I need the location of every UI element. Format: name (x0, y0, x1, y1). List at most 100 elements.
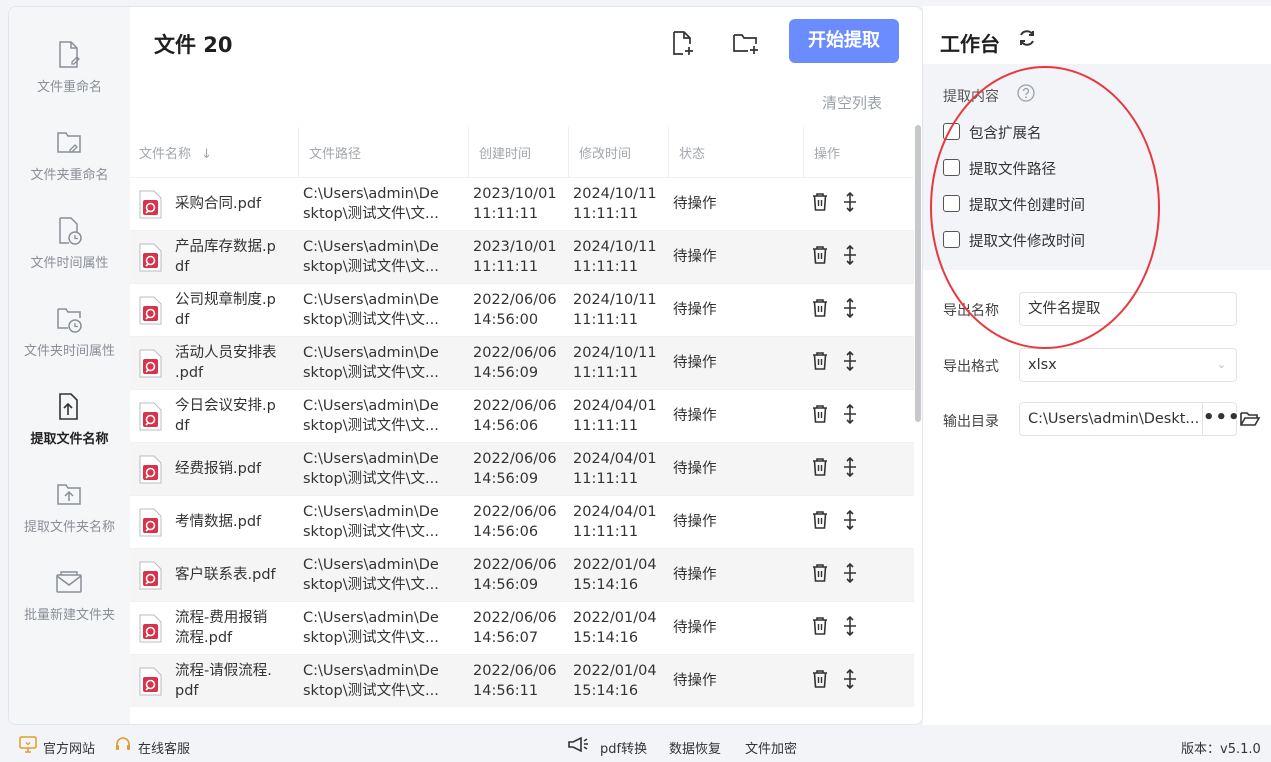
page-title: 文件 20 (154, 33, 233, 57)
table-scrollbar[interactable] (915, 125, 921, 724)
add-file-icon[interactable] (668, 29, 696, 57)
delete-icon[interactable] (811, 244, 829, 266)
drag-handle-icon[interactable] (841, 297, 859, 319)
pdf-file-icon (139, 349, 162, 378)
table-row[interactable]: 产品库存数据.p df C:\Users\admin\De sktop\测试文件\… (130, 230, 914, 283)
delete-icon[interactable] (811, 403, 829, 425)
option-label: 包含扩展名 (969, 126, 1042, 142)
headset-icon[interactable] (114, 736, 132, 753)
status-text: 待操作 (673, 355, 717, 371)
drag-handle-icon[interactable] (841, 615, 859, 637)
checkbox[interactable] (943, 195, 960, 212)
online-service-link[interactable]: 在线客服 (138, 738, 190, 757)
pdf-file-icon (139, 455, 162, 484)
column-header-name[interactable]: 文件名称 ↓ (139, 143, 212, 162)
column-name-label: 文件名称 (139, 147, 192, 162)
created-time: 2022/06/06 14:56:06 (473, 398, 557, 434)
delete-icon[interactable] (811, 615, 829, 637)
column-divider (468, 127, 469, 177)
delete-icon[interactable] (811, 191, 829, 213)
status-text: 待操作 (673, 408, 717, 424)
help-icon[interactable] (1017, 84, 1035, 102)
pdf-file-icon (139, 402, 162, 431)
sidebar-item-3[interactable]: 文件夹时间属性 (9, 304, 130, 384)
sidebar-item-2[interactable]: 文件时间属性 (9, 216, 130, 296)
sidebar-item-label: 提取文件名称 (30, 432, 109, 447)
clear-list-button[interactable]: 清空列表 (822, 92, 882, 113)
drag-handle-icon[interactable] (841, 350, 859, 372)
drag-handle-icon[interactable] (841, 509, 859, 531)
sidebar-item-4[interactable]: 提取文件名称 (9, 392, 130, 472)
export-name-input[interactable]: 文件名提取 (1019, 292, 1237, 326)
table-row[interactable]: 经费报销.pdf C:\Users\admin\De sktop\测试文件\文..… (130, 442, 914, 495)
main-panel: 文件重命名 文件夹重命名文件时间属性文件夹时间属性提取文件名称提取文件夹名称 批量新… (8, 6, 923, 725)
table-row[interactable]: 客户联系表.pdf C:\Users\admin\De sktop\测试文件\文.… (130, 548, 914, 601)
sidebar-item-1[interactable]: 文件夹重命名 (9, 128, 130, 208)
delete-icon[interactable] (811, 297, 829, 319)
drag-handle-icon[interactable] (841, 191, 859, 213)
start-extract-button[interactable]: 开始提取 (789, 19, 899, 63)
pdf-convert-link[interactable]: pdf转换 (600, 738, 647, 757)
checkbox[interactable] (943, 123, 960, 140)
workbench-title: 工作台 (940, 32, 1000, 56)
website-icon[interactable] (19, 736, 37, 753)
file-path: C:\Users\admin\De sktop\测试文件\文... (303, 345, 439, 381)
refresh-icon[interactable] (1017, 28, 1037, 48)
created-time: 2023/10/01 11:11:11 (473, 186, 557, 222)
file-encrypt-link[interactable]: 文件加密 (745, 738, 797, 757)
created-time: 2022/06/06 14:56:09 (473, 345, 557, 381)
table-row[interactable]: 采购合同.pdf C:\Users\admin\De sktop\测试文件\文..… (130, 177, 914, 230)
add-folder-icon[interactable] (731, 29, 759, 57)
status-text: 待操作 (673, 461, 717, 477)
column-divider (803, 127, 804, 177)
created-time: 2022/06/06 14:56:09 (473, 557, 557, 593)
drag-handle-icon[interactable] (841, 668, 859, 690)
pdf-file-icon (139, 614, 162, 643)
status-text: 待操作 (673, 302, 717, 318)
status-text: 待操作 (673, 249, 717, 265)
column-header-created: 创建时间 (479, 147, 532, 162)
drag-handle-icon[interactable] (841, 403, 859, 425)
browse-more-button[interactable]: ••• (1202, 403, 1240, 435)
sidebar-item-5[interactable]: 提取文件夹名称 (9, 480, 130, 560)
official-website-link[interactable]: 官方网站 (43, 738, 95, 757)
sort-down-icon[interactable]: ↓ (201, 147, 212, 162)
table-row[interactable]: 流程-费用报销 流程.pdf C:\Users\admin\De sktop\测试… (130, 601, 914, 654)
checkbox[interactable] (943, 231, 960, 248)
open-folder-icon[interactable] (1239, 409, 1261, 429)
file-path: C:\Users\admin\De sktop\测试文件\文... (303, 451, 439, 487)
table-row[interactable]: 活动人员安排表 .pdf C:\Users\admin\De sktop\测试文件… (130, 336, 914, 389)
drag-handle-icon[interactable] (841, 244, 859, 266)
table-row[interactable]: 流程-请假流程. pdf C:\Users\admin\De sktop\测试文件… (130, 654, 914, 707)
extract-content-label: 提取内容 (943, 89, 999, 105)
sidebar-item-6[interactable]: 批量新建文件夹 (9, 568, 130, 648)
drag-handle-icon[interactable] (841, 456, 859, 478)
data-recovery-link[interactable]: 数据恢复 (669, 738, 721, 757)
scrollbar-thumb[interactable] (915, 125, 921, 422)
delete-icon[interactable] (811, 668, 829, 690)
column-header-path: 文件路径 (309, 147, 362, 162)
checkbox[interactable] (943, 159, 960, 176)
delete-icon[interactable] (811, 562, 829, 584)
export-name-label: 导出名称 (943, 303, 999, 319)
file-name: 流程-请假流程. pdf (175, 663, 272, 699)
sidebar-item-label: 文件时间属性 (30, 256, 109, 271)
sidebar-item-0[interactable]: 文件重命名 (9, 40, 130, 120)
delete-icon[interactable] (811, 456, 829, 478)
output-dir-field[interactable]: C:\Users\admin\Deskt... ••• (1019, 402, 1240, 436)
table-row[interactable]: 公司规章制度.p df C:\Users\admin\De sktop\测试文件\… (130, 283, 914, 336)
file-name: 经费报销.pdf (175, 461, 262, 477)
table-row[interactable]: 考情数据.pdf C:\Users\admin\De sktop\测试文件\文..… (130, 495, 914, 548)
file-edit-icon (56, 40, 82, 70)
file-table: 文件名称 ↓ 文件路径 创建时间 修改时间 状态 操作 采购合同.pdf C:\U… (130, 127, 914, 707)
file-name: 公司规章制度.p df (175, 292, 276, 328)
export-format-select[interactable]: xlsx ⌄ (1019, 348, 1237, 382)
delete-icon[interactable] (811, 509, 829, 531)
created-time: 2022/06/06 14:56:11 (473, 663, 557, 699)
drag-handle-icon[interactable] (841, 562, 859, 584)
file-path: C:\Users\admin\De sktop\测试文件\文... (303, 610, 439, 646)
pdf-file-icon (139, 243, 162, 272)
table-row[interactable]: 今日会议安排.p df C:\Users\admin\De sktop\测试文件\… (130, 389, 914, 442)
created-time: 2022/06/06 14:56:00 (473, 292, 557, 328)
delete-icon[interactable] (811, 350, 829, 372)
